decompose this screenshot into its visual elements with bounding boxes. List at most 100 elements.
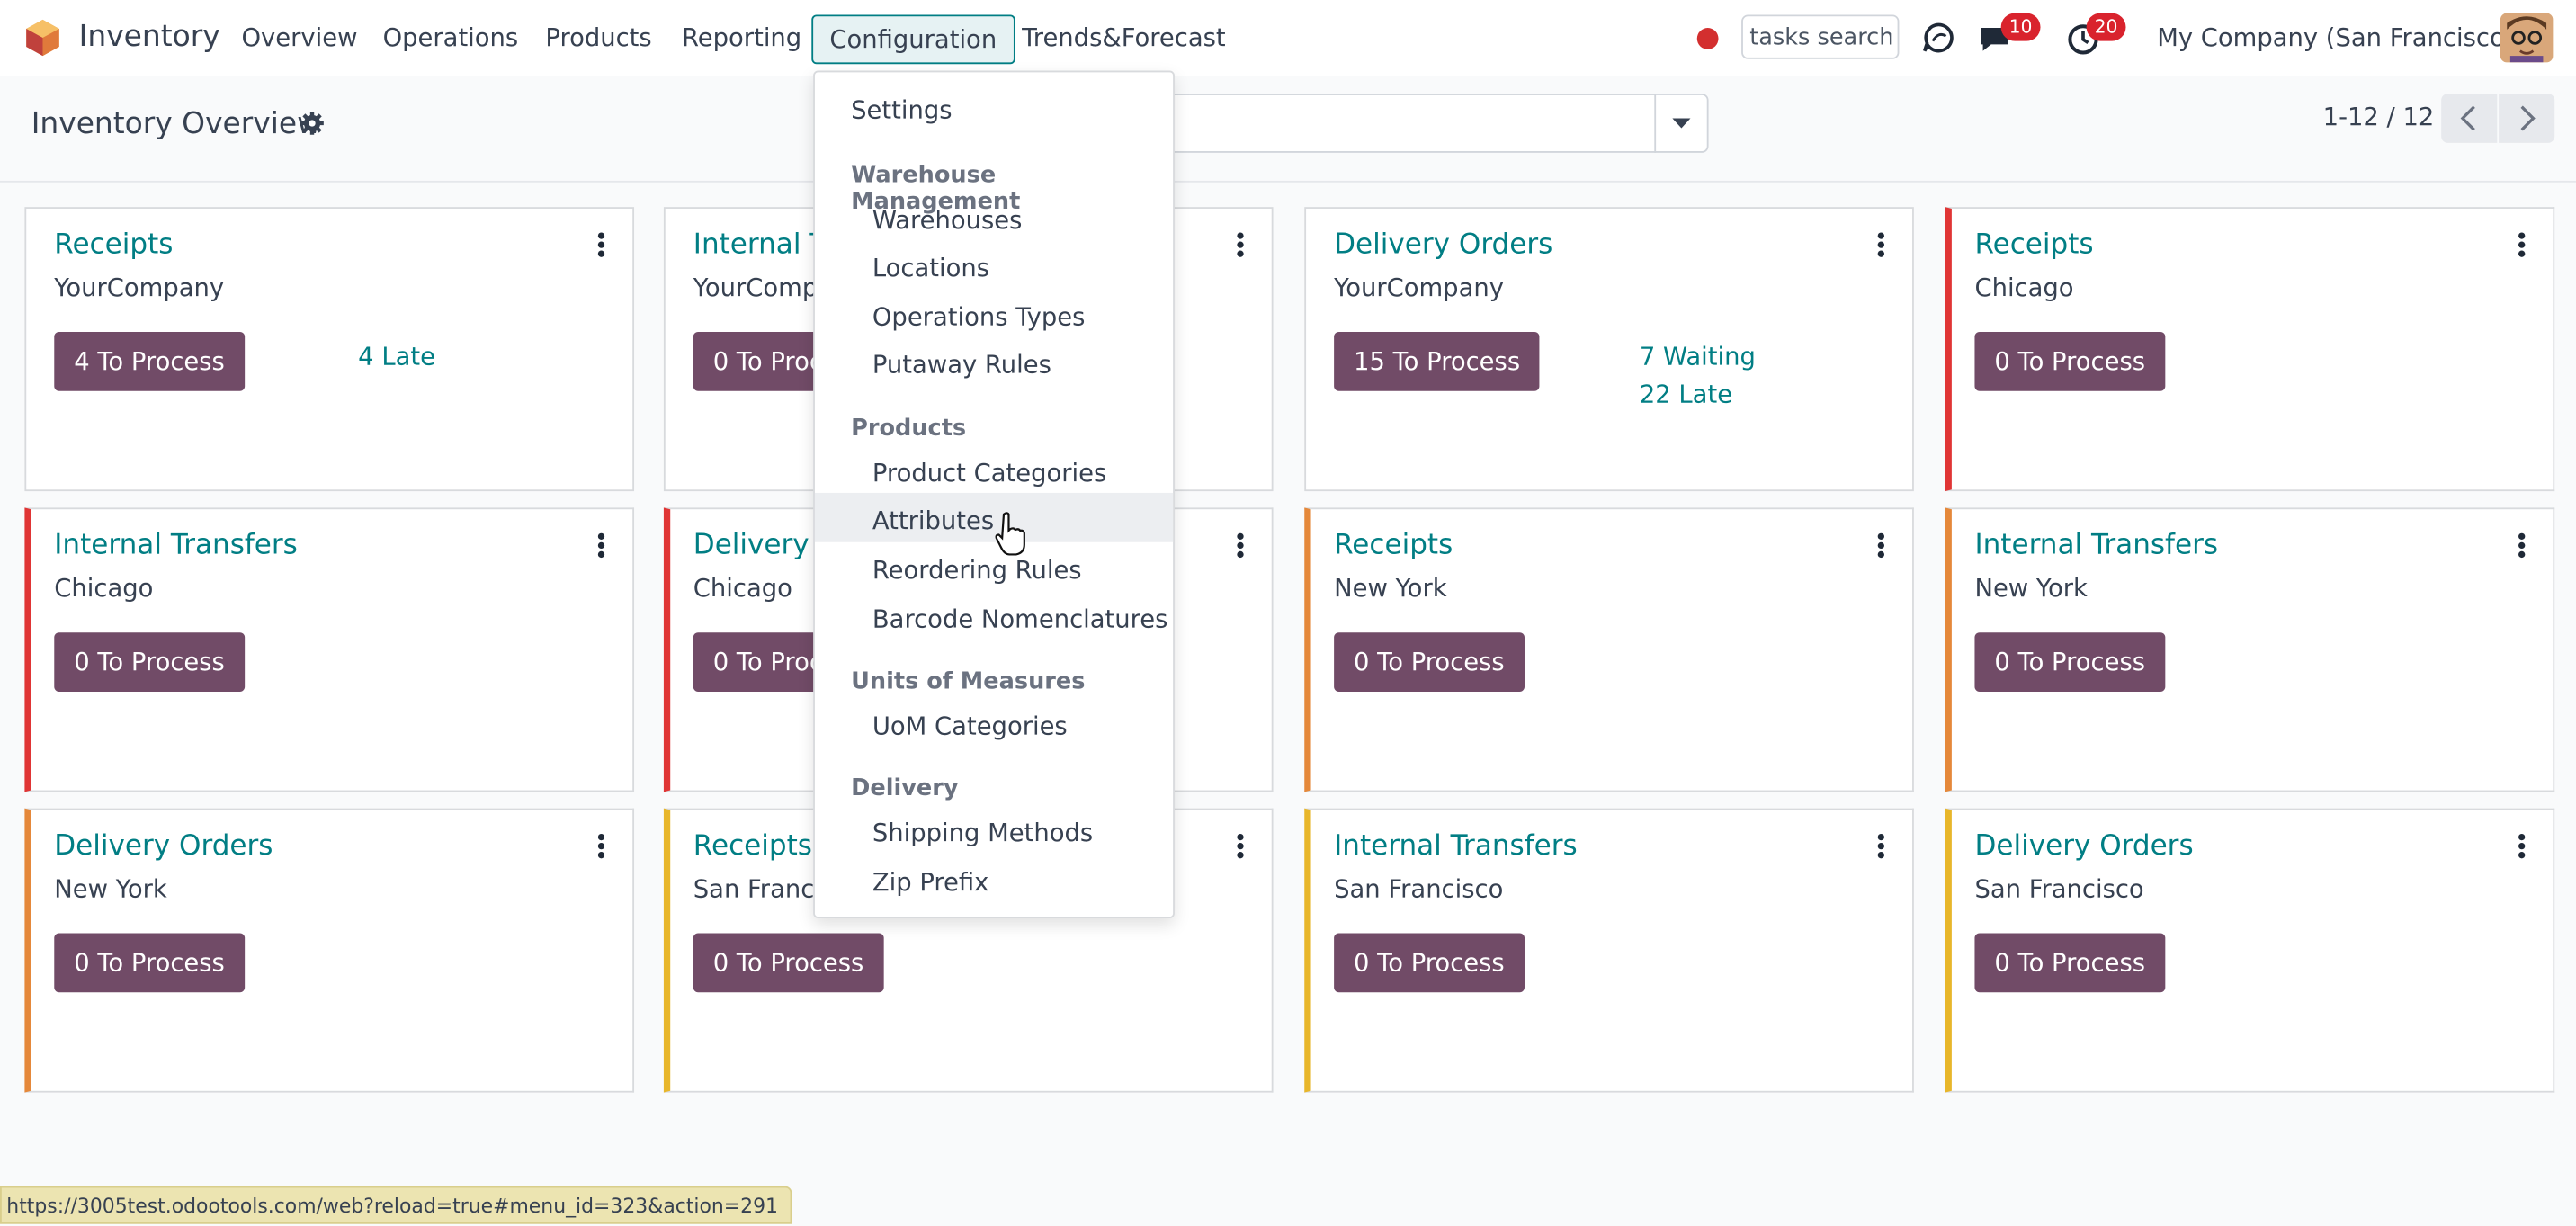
operation-card[interactable]: Delivery Orders YourCompany 15 To Process 7… xyxy=(1304,207,1914,492)
activities-count-badge: 20 xyxy=(2086,13,2126,41)
status-bar-url: https://3005test.odootools.com/web?reloa… xyxy=(0,1186,792,1224)
discuss-icon[interactable] xyxy=(1920,20,1956,56)
card-warehouse: Chicago xyxy=(54,573,154,604)
menu-products[interactable]: Products xyxy=(545,23,651,53)
kebab-menu-icon[interactable] xyxy=(596,833,606,859)
card-title[interactable]: Delivery Orders xyxy=(1334,228,1552,262)
card-title[interactable]: Receipts xyxy=(54,228,173,262)
to-process-button[interactable]: 0 To Process xyxy=(1334,632,1525,692)
menu-item-warehouses[interactable]: Warehouses xyxy=(872,205,1023,235)
menu-reporting[interactable]: Reporting xyxy=(682,23,801,53)
menu-item-operations-types[interactable]: Operations Types xyxy=(872,302,1086,332)
card-warehouse: New York xyxy=(1974,573,2088,604)
card-title[interactable]: Internal Transfers xyxy=(54,529,298,562)
to-process-button[interactable]: 0 To Process xyxy=(1334,933,1525,993)
company-switcher[interactable]: My Company (San Francisco) xyxy=(2157,23,2514,53)
to-process-button[interactable]: 0 To Process xyxy=(1974,933,2165,993)
pager-value[interactable]: 1-12 / 12 xyxy=(2323,102,2435,131)
kebab-menu-icon[interactable] xyxy=(2517,232,2527,258)
menu-item-shipping-methods[interactable]: Shipping Methods xyxy=(872,819,1093,848)
card-status-link[interactable]: 4 Late xyxy=(358,342,435,371)
chevron-right-icon xyxy=(2520,105,2536,131)
operation-card[interactable]: Delivery Orders New York 0 To Process xyxy=(24,808,635,1093)
operation-card[interactable]: Internal Transfers San Francisco 0 To Proc… xyxy=(1304,808,1914,1093)
avatar-face-icon xyxy=(2500,13,2554,63)
kebab-menu-icon[interactable] xyxy=(1876,532,1886,559)
menu-trends-forecast[interactable]: Trends&Forecast xyxy=(1022,23,1226,53)
operation-card[interactable]: Internal Transfers Chicago 0 To Process xyxy=(24,507,635,792)
kebab-menu-icon[interactable] xyxy=(596,532,606,559)
recording-dot-icon[interactable] xyxy=(1696,28,1719,49)
pager-next-button[interactable] xyxy=(2499,94,2555,143)
gear-icon[interactable] xyxy=(299,110,325,136)
menu-item-uom-categories[interactable]: UoM Categories xyxy=(872,711,1068,741)
menu-configuration[interactable]: Configuration xyxy=(811,14,1015,65)
operation-card[interactable]: Internal Transfers New York 0 To Process xyxy=(1945,507,2555,792)
app-root: Inventory Overview Operations Products R… xyxy=(0,0,2576,1224)
hand-cursor-icon xyxy=(995,512,1025,556)
search-options-toggle[interactable] xyxy=(1654,94,1709,153)
kebab-menu-icon[interactable] xyxy=(596,232,606,258)
kebab-menu-icon[interactable] xyxy=(1236,232,1246,258)
caret-down-icon xyxy=(1672,118,1691,129)
menu-item-putaway-rules[interactable]: Putaway Rules xyxy=(872,350,1051,380)
top-navbar: Inventory Overview Operations Products R… xyxy=(0,0,2576,76)
card-title[interactable]: Internal Transfers xyxy=(1334,829,1578,863)
card-warehouse: San Francisco xyxy=(1974,873,2144,904)
card-title[interactable]: Receipts xyxy=(1334,529,1453,562)
operation-card[interactable]: Receipts Chicago 0 To Process xyxy=(1945,207,2555,492)
card-warehouse: Chicago xyxy=(693,573,792,604)
kebab-menu-icon[interactable] xyxy=(2517,833,2527,859)
to-process-button[interactable]: 0 To Process xyxy=(1974,632,2165,692)
page-title: Inventory Overview xyxy=(31,106,321,142)
card-warehouse: San Francisco xyxy=(1334,873,1504,904)
messages-count-badge: 10 xyxy=(2000,13,2041,41)
card-title[interactable]: Receipts xyxy=(693,829,812,863)
configuration-dropdown: Settings Warehouse Management Warehouses… xyxy=(813,70,1175,919)
card-title[interactable]: Delivery Orders xyxy=(1974,829,2193,863)
to-process-button[interactable]: 0 To Process xyxy=(54,933,245,993)
user-avatar[interactable] xyxy=(2500,13,2554,63)
menu-item-reordering-rules[interactable]: Reordering Rules xyxy=(872,555,1082,585)
search-input[interactable] xyxy=(1133,94,1657,153)
operation-card[interactable]: Delivery Orders San Francisco 0 To Process xyxy=(1945,808,2555,1093)
section-header-units-of-measures: Units of Measures xyxy=(851,668,1086,695)
kebab-menu-icon[interactable] xyxy=(1236,833,1246,859)
control-panel-divider xyxy=(0,180,2576,183)
menu-item-attributes[interactable]: Attributes xyxy=(872,506,994,536)
menu-item-locations[interactable]: Locations xyxy=(872,253,989,282)
tasks-search-input[interactable] xyxy=(1741,14,1900,59)
card-title[interactable]: Receipts xyxy=(1974,228,2093,262)
card-warehouse: New York xyxy=(54,873,167,904)
card-status-link[interactable]: 7 Waiting xyxy=(1640,342,1756,371)
to-process-button[interactable]: 4 To Process xyxy=(54,331,245,391)
card-title[interactable]: Internal Transfers xyxy=(1974,529,2218,562)
kebab-menu-icon[interactable] xyxy=(1876,833,1886,859)
card-status-link[interactable]: 22 Late xyxy=(1640,380,1732,409)
operation-card[interactable]: Receipts New York 0 To Process xyxy=(1304,507,1914,792)
menu-operations[interactable]: Operations xyxy=(383,23,519,53)
card-warehouse: YourCompany xyxy=(1334,273,1504,303)
menu-overview[interactable]: Overview xyxy=(241,23,357,53)
kebab-menu-icon[interactable] xyxy=(2517,532,2527,559)
card-title[interactable]: Delivery Orders xyxy=(54,829,273,863)
kebab-menu-icon[interactable] xyxy=(1236,532,1246,559)
menu-item-product-categories[interactable]: Product Categories xyxy=(872,459,1106,488)
section-header-products: Products xyxy=(851,416,967,443)
chevron-left-icon xyxy=(2460,105,2475,131)
to-process-button[interactable]: 0 To Process xyxy=(693,933,884,993)
app-logo-icon[interactable] xyxy=(23,18,63,58)
kebab-menu-icon[interactable] xyxy=(1876,232,1886,258)
menu-item-zip-prefix[interactable]: Zip Prefix xyxy=(872,867,989,897)
menu-item-settings[interactable]: Settings xyxy=(851,95,952,125)
to-process-button[interactable]: 0 To Process xyxy=(54,632,245,692)
card-warehouse: New York xyxy=(1334,573,1447,604)
menu-item-barcode-nomenclatures[interactable]: Barcode Nomenclatures xyxy=(872,604,1168,634)
operation-card[interactable]: Receipts YourCompany 4 To Process 4 Late xyxy=(24,207,635,492)
card-warehouse: Chicago xyxy=(1974,273,2074,303)
to-process-button[interactable]: 15 To Process xyxy=(1334,331,1541,391)
pager-previous-button[interactable] xyxy=(2441,94,2498,143)
to-process-button[interactable]: 0 To Process xyxy=(1974,331,2165,391)
app-name[interactable]: Inventory xyxy=(79,20,220,54)
section-header-delivery: Delivery xyxy=(851,775,959,802)
